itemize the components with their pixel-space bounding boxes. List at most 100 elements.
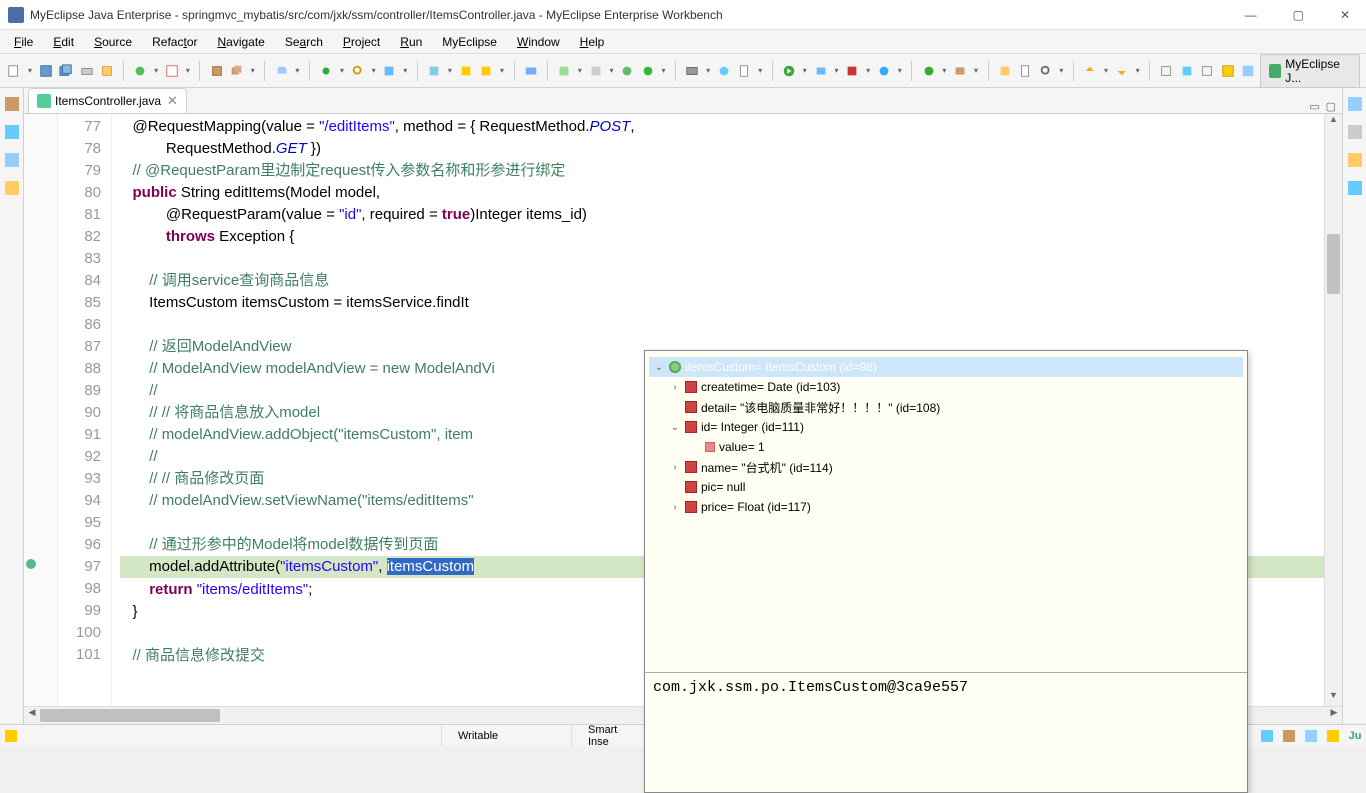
menu-file[interactable]: File bbox=[6, 33, 41, 51]
titlebar: MyEclipse Java Enterprise - springmvc_my… bbox=[0, 0, 1366, 30]
new-button[interactable] bbox=[6, 62, 22, 80]
packages-icon[interactable] bbox=[229, 62, 245, 80]
pin-icon[interactable] bbox=[1158, 62, 1174, 80]
toggle-icon[interactable] bbox=[997, 62, 1013, 80]
close-button[interactable]: ✕ bbox=[1332, 8, 1358, 22]
web-icon[interactable] bbox=[640, 62, 656, 80]
bug-icon[interactable] bbox=[318, 62, 334, 80]
debug-icon[interactable] bbox=[812, 62, 828, 80]
perspective-button[interactable]: MyEclipse J... bbox=[1260, 54, 1360, 88]
save-all-button[interactable] bbox=[58, 62, 74, 80]
prev-ann-icon[interactable] bbox=[1114, 62, 1130, 80]
tree-row[interactable]: pic= null bbox=[649, 477, 1243, 497]
progress-icon[interactable] bbox=[4, 729, 18, 743]
print-button[interactable] bbox=[78, 62, 94, 80]
new-dropdown[interactable]: ▾ bbox=[26, 66, 33, 75]
task-list-icon[interactable] bbox=[1347, 152, 1363, 168]
image-preview-icon[interactable] bbox=[4, 180, 20, 196]
breakpoint-icon[interactable] bbox=[26, 559, 36, 569]
app-icon bbox=[8, 7, 24, 23]
search2-icon[interactable] bbox=[1037, 62, 1053, 80]
servers-icon[interactable] bbox=[4, 152, 20, 168]
outline-icon[interactable] bbox=[1347, 96, 1363, 112]
expand-icon[interactable]: ⌄ bbox=[669, 422, 681, 433]
properties-icon[interactable] bbox=[1347, 180, 1363, 196]
global-icon[interactable] bbox=[716, 62, 732, 80]
coverage-icon[interactable] bbox=[876, 62, 892, 80]
new-package-icon[interactable] bbox=[952, 62, 968, 80]
tree-row[interactable]: ›price= Float (id=117) bbox=[649, 497, 1243, 517]
toggle-breadcrumb-icon[interactable] bbox=[1199, 62, 1215, 80]
genuity-icon[interactable] bbox=[458, 62, 474, 80]
marker-column[interactable] bbox=[24, 114, 38, 706]
vertical-scrollbar[interactable]: ▲ ▼ bbox=[1324, 114, 1342, 706]
tree-row[interactable]: detail= "该电脑质量非常好！！！！" (id=108) bbox=[649, 397, 1243, 417]
close-tab-icon[interactable]: ✕ bbox=[167, 93, 178, 109]
open-perspective-icon[interactable] bbox=[1220, 62, 1236, 80]
build-button[interactable] bbox=[99, 62, 115, 80]
editor-tab[interactable]: ItemsController.java ✕ bbox=[28, 88, 187, 113]
file-icon[interactable] bbox=[736, 62, 752, 80]
trim-icon-1[interactable] bbox=[1260, 729, 1274, 743]
menu-project[interactable]: Project bbox=[335, 33, 388, 51]
type-hierarchy-icon[interactable] bbox=[4, 124, 20, 140]
package-explorer-icon[interactable] bbox=[4, 96, 20, 112]
menu-window[interactable]: Window bbox=[509, 33, 568, 51]
minimize-button[interactable]: — bbox=[1237, 8, 1265, 22]
debug-detail-pane[interactable]: com.jxk.ssm.po.ItemsCustom@3ca9e557 bbox=[645, 672, 1247, 792]
new-class-icon[interactable] bbox=[920, 62, 936, 80]
hscroll-thumb[interactable] bbox=[40, 709, 220, 722]
debug-inspect-popup: ⌄ itemsCustom= ItemsCustom (id=98) ›crea… bbox=[644, 350, 1248, 793]
scroll-thumb[interactable] bbox=[1327, 234, 1340, 294]
menu-refactor[interactable]: Refactor bbox=[144, 33, 205, 51]
run-server-icon[interactable] bbox=[426, 62, 442, 80]
run-icon[interactable] bbox=[781, 62, 797, 80]
trim-icon-4[interactable] bbox=[1326, 729, 1340, 743]
trim-icon-2[interactable] bbox=[1282, 729, 1296, 743]
expand-icon[interactable]: › bbox=[669, 502, 681, 513]
maximize-view-icon[interactable]: ▢ bbox=[1326, 100, 1336, 113]
folding-ruler[interactable] bbox=[38, 114, 58, 706]
ext-tools-icon[interactable] bbox=[844, 62, 860, 80]
java-perspective-icon[interactable] bbox=[1240, 62, 1256, 80]
tree-row-root[interactable]: ⌄ itemsCustom= ItemsCustom (id=98) bbox=[649, 357, 1243, 377]
field-icon bbox=[685, 381, 697, 393]
menu-help[interactable]: Help bbox=[572, 33, 613, 51]
open-type-icon[interactable] bbox=[164, 62, 180, 80]
menu-run[interactable]: Run bbox=[392, 33, 430, 51]
trim-icon-3[interactable] bbox=[1304, 729, 1318, 743]
field-icon bbox=[685, 421, 697, 433]
collapse-icon[interactable]: ⌄ bbox=[653, 362, 665, 373]
package-icon[interactable] bbox=[208, 62, 224, 80]
minimize-view-icon[interactable]: ▭ bbox=[1309, 100, 1319, 113]
search-icon[interactable] bbox=[350, 62, 366, 80]
maximize-button[interactable]: ▢ bbox=[1285, 8, 1312, 22]
tree-row[interactable]: ›createtime= Date (id=103) bbox=[649, 377, 1243, 397]
hibernate-icon[interactable] bbox=[556, 62, 572, 80]
expand-icon[interactable]: › bbox=[669, 382, 681, 393]
tree-row[interactable]: ›name= "台式机" (id=114) bbox=[649, 457, 1243, 477]
spring-icon[interactable] bbox=[619, 62, 635, 80]
menu-search[interactable]: Search bbox=[277, 33, 331, 51]
menu-source[interactable]: Source bbox=[86, 33, 140, 51]
show-whitespace-icon[interactable] bbox=[1179, 62, 1195, 80]
file2-icon[interactable] bbox=[1017, 62, 1033, 80]
wizard2-icon[interactable] bbox=[587, 62, 603, 80]
expand-icon[interactable]: › bbox=[669, 462, 681, 473]
deploy-icon[interactable] bbox=[381, 62, 397, 80]
launch-icon[interactable] bbox=[523, 62, 539, 80]
db-icon[interactable] bbox=[273, 62, 289, 80]
menu-myeclipse[interactable]: MyEclipse bbox=[434, 33, 505, 51]
tree-row[interactable]: ⌄id= Integer (id=111) bbox=[649, 417, 1243, 437]
menu-edit[interactable]: Edit bbox=[45, 33, 82, 51]
save-button[interactable] bbox=[38, 62, 54, 80]
trim-icon-ju[interactable]: Ju bbox=[1348, 729, 1362, 743]
tree-row[interactable]: value= 1 bbox=[649, 437, 1243, 457]
wizard-icon[interactable] bbox=[132, 62, 148, 80]
camera-icon[interactable] bbox=[684, 62, 700, 80]
debug-tree[interactable]: ⌄ itemsCustom= ItemsCustom (id=98) ›crea… bbox=[645, 351, 1247, 672]
next-ann-icon[interactable] bbox=[1082, 62, 1098, 80]
menu-navigate[interactable]: Navigate bbox=[209, 33, 272, 51]
minimap-icon[interactable] bbox=[1347, 124, 1363, 140]
genuity2-icon[interactable] bbox=[478, 62, 494, 80]
